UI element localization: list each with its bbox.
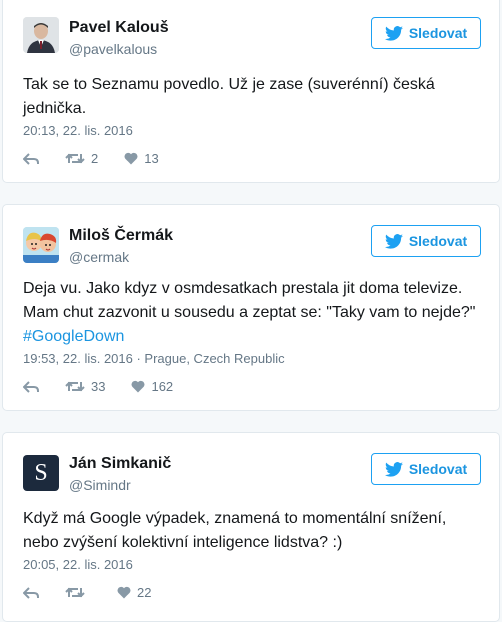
- like-button[interactable]: 22: [117, 585, 151, 600]
- author-handle[interactable]: @cermak: [69, 249, 129, 265]
- reply-icon: [23, 586, 39, 599]
- follow-label: Sledovat: [408, 233, 468, 249]
- like-button[interactable]: 13: [124, 151, 159, 166]
- tweet-timestamp[interactable]: 20:13, 22. lis. 2016: [23, 123, 133, 138]
- tweet-actions: 2 13: [23, 151, 185, 166]
- avatar-letter: S: [34, 459, 48, 486]
- tweet-card: Miloš Čermák @cermak Sledovat Deja vu. J…: [2, 204, 500, 411]
- retweet-button[interactable]: 33: [65, 379, 105, 394]
- tweet-text: Deja vu. Jako kdyz v osmdesatkach presta…: [23, 277, 481, 349]
- author-name[interactable]: Ján Simkanič: [69, 455, 171, 473]
- like-button[interactable]: 162: [131, 379, 173, 394]
- hashtag-link[interactable]: #GoogleDown: [23, 328, 124, 345]
- follow-button[interactable]: Sledovat: [371, 453, 481, 485]
- author-name[interactable]: Miloš Čermák: [69, 227, 173, 245]
- like-count: 162: [151, 379, 174, 394]
- tweet-actions: 33 162: [23, 379, 199, 394]
- author-handle[interactable]: @Simindr: [69, 477, 131, 493]
- tweet-text: Tak se to Seznamu povedlo. Už je zase (s…: [23, 76, 435, 117]
- twitter-bird-icon: [384, 233, 403, 249]
- heart-icon: [117, 586, 131, 599]
- retweet-icon: [65, 381, 85, 392]
- reply-button[interactable]: [23, 586, 39, 599]
- tweet-body: Deja vu. Jako kdyz v osmdesatkach presta…: [23, 280, 476, 321]
- reply-button[interactable]: [23, 152, 39, 165]
- avatar[interactable]: [23, 227, 59, 263]
- user-portrait-icon: [23, 17, 59, 53]
- like-count: 13: [144, 151, 159, 166]
- tweet-timestamp[interactable]: 20:05, 22. lis. 2016: [23, 557, 133, 572]
- like-count: 22: [137, 585, 152, 600]
- author-handle[interactable]: @pavelkalous: [69, 41, 157, 57]
- reply-button[interactable]: [23, 380, 39, 393]
- heart-icon: [131, 380, 145, 393]
- twitter-bird-icon: [384, 25, 403, 41]
- avatar[interactable]: S: [23, 455, 59, 491]
- retweet-count: 33: [91, 379, 106, 394]
- tweet-actions: 22: [23, 585, 177, 600]
- tweet-card: S Ján Simkanič @Simindr Sledovat Když má…: [2, 432, 500, 622]
- tweet-text: Když má Google výpadek, znamená to momen…: [23, 510, 447, 551]
- heart-icon: [124, 152, 138, 165]
- reply-icon: [23, 380, 39, 393]
- follow-button[interactable]: Sledovat: [371, 17, 481, 49]
- retweet-icon: [65, 587, 85, 598]
- follow-button[interactable]: Sledovat: [371, 225, 481, 257]
- twitter-bird-icon: [384, 461, 403, 477]
- retweet-button[interactable]: [65, 586, 91, 599]
- comic-faces-icon: [23, 227, 59, 263]
- retweet-button[interactable]: 2: [65, 151, 98, 166]
- follow-label: Sledovat: [408, 461, 468, 477]
- tweet-timestamp[interactable]: 19:53, 22. lis. 2016 · Prague, Czech Rep…: [23, 351, 285, 366]
- follow-label: Sledovat: [408, 25, 468, 41]
- tweet-card: Pavel Kalouš @pavelkalous Sledovat Tak s…: [2, 0, 500, 183]
- author-name[interactable]: Pavel Kalouš: [69, 19, 169, 37]
- retweet-count: 2: [91, 151, 99, 166]
- avatar[interactable]: [23, 17, 59, 53]
- reply-icon: [23, 152, 39, 165]
- retweet-icon: [65, 153, 85, 164]
